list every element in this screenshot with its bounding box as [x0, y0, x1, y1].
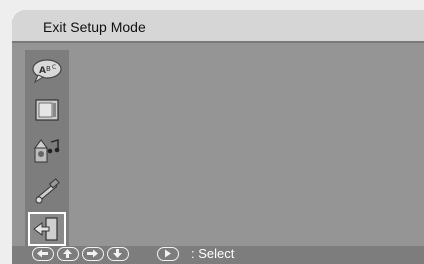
footer-hint-bar: : Select: [12, 246, 424, 264]
setup-menu-sidebar: A B C: [25, 50, 69, 252]
play-key-icon: [165, 249, 171, 258]
play-key: [157, 247, 179, 261]
right-arrow-key-icon: [87, 249, 98, 258]
down-arrow-key-icon: [113, 249, 122, 258]
menu-item-audio[interactable]: [28, 134, 66, 168]
wrench-hammer-tools-icon: [35, 178, 60, 204]
left-key: [32, 247, 54, 261]
title-bar: Exit Setup Mode: [12, 10, 424, 43]
left-arrow-key-icon: [37, 249, 48, 258]
right-key: [82, 247, 104, 261]
tv-display-icon: [35, 99, 59, 121]
svg-text:C: C: [52, 64, 56, 71]
setup-screen: Exit Setup Mode A B C: Select: [12, 10, 424, 264]
down-key: [107, 247, 129, 261]
menu-item-tv-display[interactable]: [28, 94, 66, 128]
menu-item-language[interactable]: A B C: [28, 54, 66, 88]
svg-text:B: B: [46, 65, 51, 73]
menu-item-preferences[interactable]: [28, 174, 66, 208]
language-speech-bubble-icon: A B C: [32, 59, 62, 84]
audio-speaker-icon: [34, 139, 60, 163]
page-title: Exit Setup Mode: [43, 19, 146, 35]
up-key: [57, 247, 79, 261]
up-arrow-key-icon: [63, 249, 72, 258]
menu-item-exit-setup[interactable]: [28, 212, 66, 246]
exit-door-icon: [33, 217, 58, 241]
svg-text:A: A: [39, 66, 46, 76]
select-hint: : Select: [191, 246, 235, 261]
